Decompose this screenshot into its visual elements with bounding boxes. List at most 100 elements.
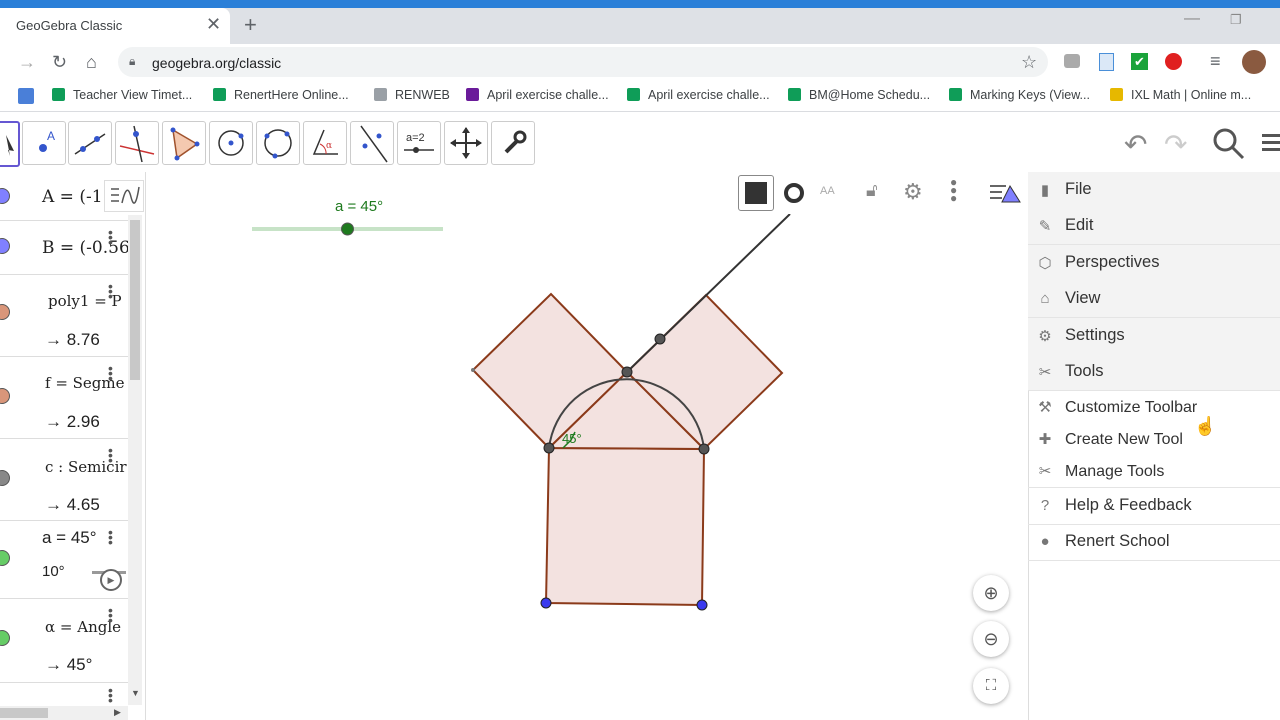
bookmark-item[interactable]: April exercise challe...	[466, 88, 609, 102]
bookmark-item[interactable]: RENWEB	[374, 88, 450, 102]
scroll-down-icon[interactable]: ▼	[131, 688, 140, 698]
algebra-row[interactable]: f = Segme → 2.96 • • •	[0, 356, 128, 439]
point-a[interactable]	[540, 597, 552, 609]
bookmark-item[interactable]: IXL Math | Online m...	[1110, 88, 1251, 102]
row-menu-icon[interactable]: • • •	[108, 443, 113, 467]
menu-item-customize-toolbar[interactable]: ⚒ Customize Toolbar	[1028, 391, 1280, 423]
menu-item-settings[interactable]: ⚙ Settings	[1028, 318, 1280, 355]
slider-knob[interactable]	[341, 222, 354, 236]
restore-icon[interactable]: ❐	[1230, 12, 1242, 28]
geometry-drawing[interactable]	[146, 172, 1028, 720]
bookmark-item[interactable]: RenertHere Online...	[213, 88, 349, 102]
unlock-icon[interactable]: 🔓︎	[866, 180, 878, 201]
square-bottom[interactable]	[544, 446, 706, 607]
point[interactable]	[621, 366, 633, 378]
minimize-icon[interactable]: —	[1184, 10, 1200, 28]
extension-icon[interactable]	[1064, 54, 1080, 68]
home-icon[interactable]: ⌂	[86, 52, 97, 73]
zoom-in-icon[interactable]: ⊕	[973, 575, 1009, 611]
bookmark-item[interactable]: Teacher View Timet...	[52, 88, 192, 102]
row-menu-icon[interactable]: • • •	[108, 361, 113, 385]
avatar[interactable]	[1242, 50, 1266, 74]
menu-item-file[interactable]: ▮ File	[1028, 172, 1280, 209]
bookmark-item[interactable]: April exercise challe...	[627, 88, 770, 102]
bookmark-item[interactable]: BM@Home Schedu...	[788, 88, 930, 102]
gear-icon[interactable]: ⚙	[903, 179, 923, 205]
hamburger-menu-icon[interactable]	[1262, 130, 1280, 155]
bookmark-star-icon[interactable]: ☆	[1021, 52, 1037, 73]
back-icon[interactable]: →	[18, 52, 36, 73]
search-icon[interactable]	[1212, 127, 1246, 166]
menu-item-help[interactable]: ? Help & Feedback	[1028, 488, 1280, 525]
reading-list-icon[interactable]: ≡	[1210, 51, 1221, 72]
menu-item-manage-tools[interactable]: ✂ Manage Tools	[1028, 455, 1280, 488]
visibility-marble[interactable]	[0, 304, 10, 320]
circle-three-points-tool[interactable]	[256, 121, 300, 165]
algebra-definition[interactable]: a = 45°	[42, 528, 97, 548]
color-button[interactable]	[738, 175, 774, 211]
menu-item-tools[interactable]: ✂ Tools	[1028, 354, 1280, 391]
play-icon[interactable]: ▶	[100, 569, 122, 591]
menu-item-create-new-tool[interactable]: ✚ Create New Tool	[1028, 423, 1280, 455]
stop-extension-icon[interactable]	[1165, 53, 1182, 70]
angle-tool[interactable]: α	[303, 121, 347, 165]
point-tool[interactable]: A	[22, 121, 66, 165]
check-extension-icon[interactable]: ✔	[1131, 53, 1148, 70]
scroll-right-icon[interactable]: ▶	[114, 707, 121, 718]
menu-item-perspectives[interactable]: ⬡ Perspectives	[1028, 245, 1280, 282]
visibility-marble[interactable]	[0, 550, 10, 566]
algebra-row[interactable]: poly1 = P → 8.76 • • •	[0, 274, 128, 357]
circle-center-tool[interactable]	[209, 121, 253, 165]
perpendicular-line-tool[interactable]	[115, 121, 159, 165]
fullscreen-icon[interactable]: ⛶	[973, 668, 1009, 704]
point[interactable]	[654, 333, 666, 345]
customize-tool[interactable]	[491, 121, 535, 165]
point[interactable]	[543, 442, 555, 454]
visibility-marble[interactable]	[0, 470, 10, 486]
redo-icon[interactable]: ↷	[1164, 128, 1187, 161]
url-text[interactable]: geogebra.org/classic	[152, 55, 281, 71]
horizontal-scroll-thumb[interactable]	[0, 708, 48, 718]
algebra-row[interactable]: B = (-0.56 • • •	[0, 220, 130, 275]
polygon-tool[interactable]	[162, 121, 206, 165]
text-style-icon[interactable]: AA	[820, 185, 835, 197]
point[interactable]	[698, 443, 710, 455]
new-tab-icon[interactable]: +	[244, 12, 257, 38]
menu-item-view[interactable]: ⌂ View	[1028, 281, 1280, 318]
toggle-style-bar-icon[interactable]	[988, 182, 1022, 213]
more-options-icon[interactable]: ● ● ●	[950, 176, 957, 204]
visibility-marble[interactable]	[0, 188, 10, 204]
algebra-definition[interactable]: c : Semicir	[45, 458, 127, 476]
algebra-scroll-thumb[interactable]	[130, 220, 140, 380]
algebra-row[interactable]: α = Angle → 45° • • •	[0, 598, 128, 683]
algebra-row[interactable]: A = (-1	[0, 172, 128, 221]
row-menu-icon[interactable]: • • •	[108, 683, 113, 707]
algebra-row[interactable]: a = 45° 10° ▶ • • •	[0, 520, 128, 599]
menu-item-edit[interactable]: ✎ Edit	[1028, 208, 1280, 245]
algebra-definition[interactable]: A = (-1	[42, 187, 103, 207]
row-menu-icon[interactable]: • • •	[108, 225, 113, 249]
line-tool[interactable]	[68, 121, 112, 165]
menu-item-account[interactable]: ● Renert School	[1028, 524, 1280, 561]
visibility-marble[interactable]	[0, 388, 10, 404]
visibility-marble[interactable]	[0, 630, 10, 646]
point-b[interactable]	[696, 599, 708, 611]
lock-icon[interactable]: 🔒︎	[129, 54, 135, 69]
reflect-tool[interactable]	[350, 121, 394, 165]
row-menu-icon[interactable]: • • •	[108, 279, 113, 303]
move-graphics-tool[interactable]	[444, 121, 488, 165]
move-tool[interactable]	[0, 121, 20, 167]
visibility-marble[interactable]	[0, 238, 10, 254]
point-style-icon[interactable]	[784, 183, 804, 203]
tab-close-icon[interactable]: ✕	[206, 14, 221, 35]
algebra-definition[interactable]: B = (-0.56	[42, 238, 130, 258]
row-menu-icon[interactable]: • • •	[108, 525, 113, 549]
bookmark-item[interactable]: Marking Keys (View...	[949, 88, 1090, 102]
docs-extension-icon[interactable]	[1099, 53, 1114, 71]
reload-icon[interactable]: ↻	[52, 52, 67, 73]
slider-tool[interactable]: a=2	[397, 121, 441, 165]
row-menu-icon[interactable]: • • •	[108, 603, 113, 627]
apps-icon[interactable]	[18, 88, 34, 104]
algebra-row[interactable]: c : Semicir → 4.65 • • •	[0, 438, 128, 521]
zoom-out-icon[interactable]: ⊖	[973, 621, 1009, 657]
